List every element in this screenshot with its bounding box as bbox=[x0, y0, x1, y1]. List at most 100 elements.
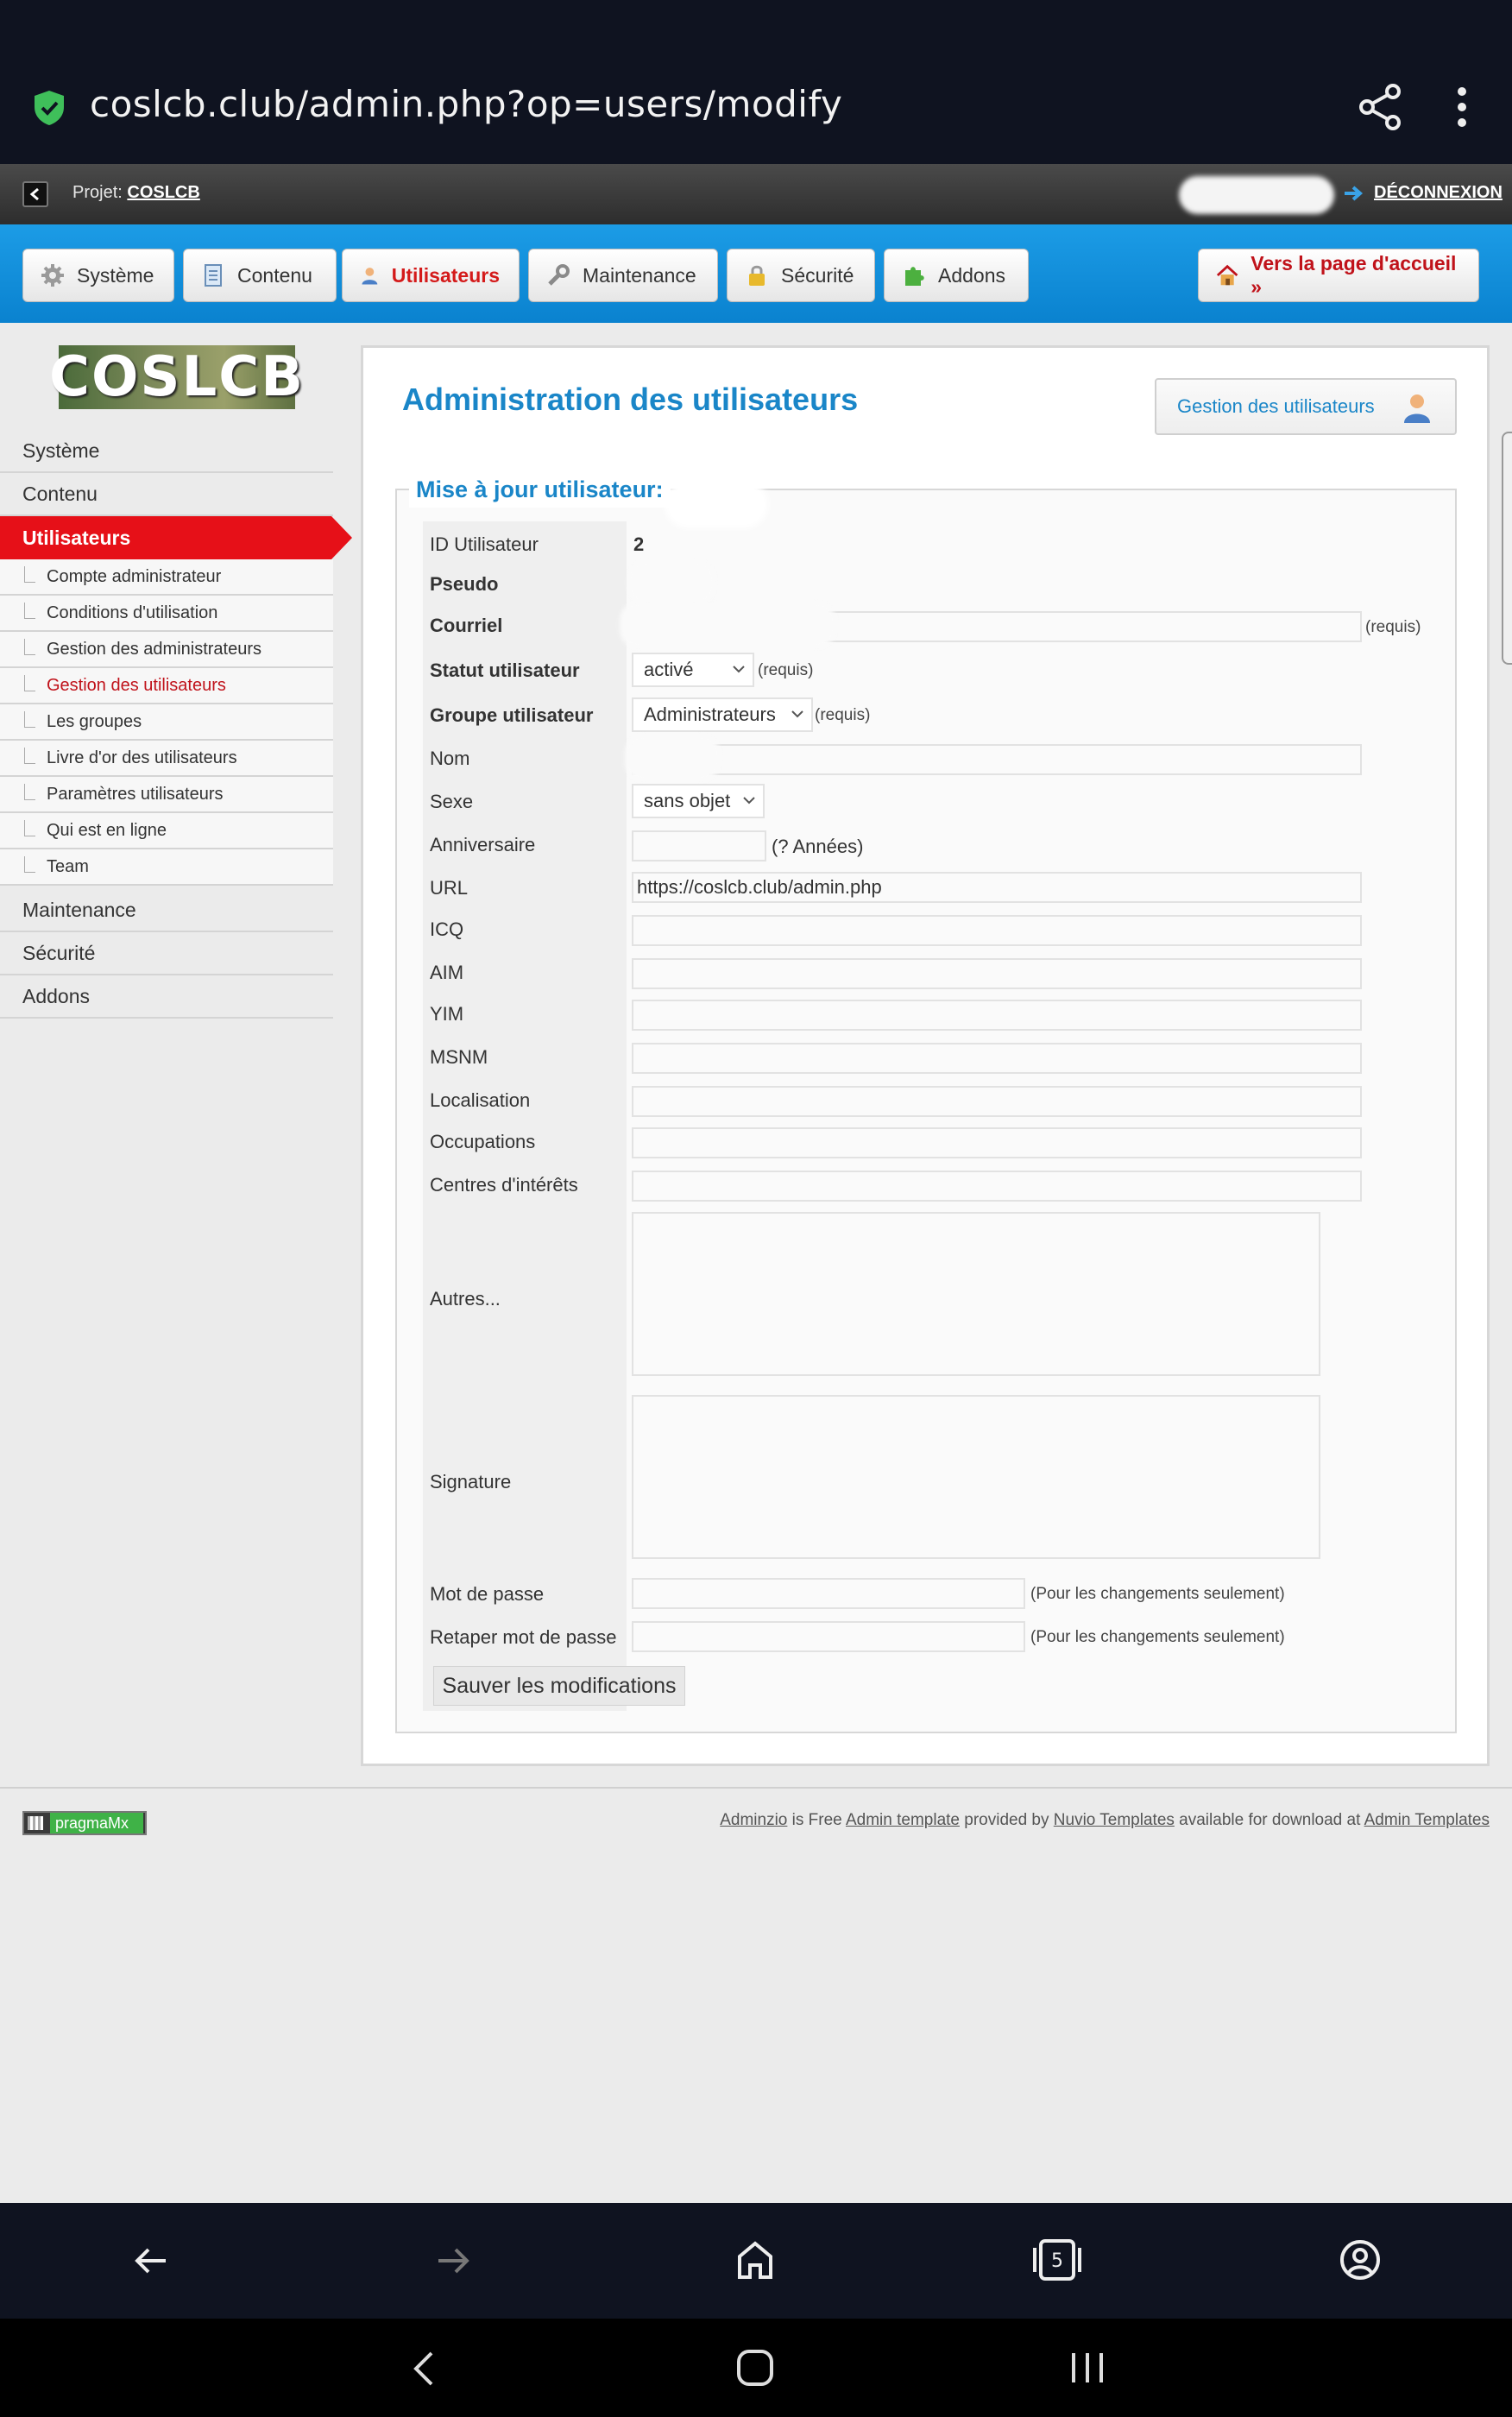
password-field[interactable] bbox=[632, 1578, 1025, 1609]
other-textarea[interactable] bbox=[632, 1212, 1320, 1376]
birthday-age-hint: (? Années) bbox=[772, 836, 864, 857]
form-label-column bbox=[423, 521, 627, 1711]
tabs-icon[interactable]: 5 bbox=[1032, 2237, 1082, 2282]
sidebar-item-maintenance[interactable]: Maintenance bbox=[0, 889, 333, 932]
collapse-button[interactable] bbox=[22, 181, 48, 207]
name-redacted bbox=[625, 735, 720, 780]
sidebar-item-addons[interactable]: Addons bbox=[0, 975, 333, 1019]
sidebar-item-contenu[interactable]: Contenu bbox=[0, 473, 333, 516]
label-password-confirm: Retaper mot de passe bbox=[430, 1626, 617, 1648]
label-name: Nom bbox=[430, 748, 470, 769]
user-management-button[interactable]: Gestion des utilisateurs bbox=[1155, 378, 1457, 435]
birthday-field[interactable] bbox=[632, 830, 766, 861]
sidebar-sub-qui-est-en-ligne[interactable]: Qui est en ligne bbox=[0, 813, 333, 849]
page-scrollbar[interactable] bbox=[1502, 432, 1512, 665]
label-url: URL bbox=[430, 877, 469, 899]
top-navigation: Système Contenu Utilisateurs Maintenance… bbox=[0, 224, 1512, 323]
home-icon[interactable] bbox=[735, 2239, 775, 2281]
password-hint: (Pour les changements seulement) bbox=[1030, 1585, 1285, 1603]
sidebar-sub-groupes[interactable]: Les groupes bbox=[0, 704, 333, 741]
system-recents-icon[interactable] bbox=[1067, 2350, 1108, 2386]
sidebar-sub-parametres[interactable]: Paramètres utilisateurs bbox=[0, 777, 333, 813]
url-field[interactable]: https://coslcb.club/admin.php bbox=[632, 872, 1362, 903]
location-field[interactable] bbox=[632, 1086, 1362, 1117]
email-redacted bbox=[620, 603, 835, 647]
sex-select[interactable]: sans objet bbox=[632, 784, 765, 818]
project-link[interactable]: COSLCB bbox=[127, 183, 199, 202]
page-icon bbox=[205, 264, 222, 287]
chevron-down-icon bbox=[791, 710, 803, 718]
status-bar bbox=[0, 0, 1512, 47]
sidebar-sub-compte-administrateur[interactable]: Compte administrateur bbox=[0, 559, 333, 596]
more-menu-icon[interactable] bbox=[1446, 85, 1477, 129]
chevron-left-icon bbox=[29, 187, 39, 201]
forward-arrow-icon[interactable] bbox=[433, 2241, 473, 2281]
nuvio-templates-link[interactable]: Nuvio Templates bbox=[1054, 1811, 1175, 1829]
logout-link[interactable]: DÉCONNEXION bbox=[1374, 183, 1503, 203]
interests-field[interactable] bbox=[632, 1171, 1362, 1202]
occupation-field[interactable] bbox=[632, 1127, 1362, 1158]
grid-icon bbox=[28, 1816, 43, 1830]
tab-count: 5 bbox=[1051, 2250, 1063, 2272]
adminzio-link[interactable]: Adminzio bbox=[720, 1811, 787, 1829]
name-field[interactable] bbox=[632, 744, 1362, 775]
back-arrow-icon[interactable] bbox=[131, 2241, 171, 2281]
label-location: Localisation bbox=[430, 1089, 531, 1111]
yim-field[interactable] bbox=[632, 1000, 1362, 1031]
nav-utilisateurs[interactable]: Utilisateurs bbox=[342, 249, 520, 302]
user-icon bbox=[362, 268, 378, 285]
fieldset-legend: Mise à jour utilisateur: bbox=[409, 471, 671, 508]
password-confirm-field[interactable] bbox=[632, 1621, 1025, 1652]
email-required-hint: (requis) bbox=[1365, 618, 1421, 636]
nav-securite[interactable]: Sécurité bbox=[727, 249, 875, 302]
label-sex: Sexe bbox=[430, 791, 474, 812]
signature-textarea[interactable] bbox=[632, 1395, 1320, 1559]
save-changes-button[interactable]: Sauver les modifications bbox=[433, 1666, 685, 1706]
sidebar-sub-gestion-utilisateurs[interactable]: Gestion des utilisateurs bbox=[0, 668, 333, 704]
label-aim: AIM bbox=[430, 962, 464, 983]
icq-field[interactable] bbox=[632, 915, 1362, 946]
nav-addons[interactable]: Addons bbox=[884, 249, 1029, 302]
home-page-button[interactable]: Vers la page d'accueil » bbox=[1198, 249, 1479, 302]
label-msnm: MSNM bbox=[430, 1046, 488, 1068]
sidebar-item-utilisateurs[interactable]: Utilisateurs bbox=[0, 516, 352, 559]
value-id: 2 bbox=[633, 533, 645, 555]
site-logo[interactable]: COSLCB bbox=[49, 345, 303, 409]
password-confirm-hint: (Pour les changements seulement) bbox=[1030, 1628, 1285, 1646]
pragmamx-badge[interactable]: pragmaMx bbox=[22, 1811, 147, 1835]
group-select[interactable]: Administrateurs bbox=[632, 697, 813, 732]
sidebar-sub-team[interactable]: Team bbox=[0, 849, 333, 886]
url-text[interactable]: coslcb.club/admin.php?op=users/modify bbox=[90, 83, 842, 125]
nav-contenu[interactable]: Contenu bbox=[183, 249, 337, 302]
gear-icon bbox=[41, 264, 64, 287]
label-interests: Centres d'intérêts bbox=[430, 1174, 578, 1196]
sidebar-item-systeme[interactable]: Système bbox=[0, 430, 333, 473]
admin-template-link[interactable]: Admin template bbox=[846, 1811, 960, 1829]
sidebar-item-securite[interactable]: Sécurité bbox=[0, 932, 333, 975]
aim-field[interactable] bbox=[632, 958, 1362, 989]
sidebar-sub-livre-dor[interactable]: Livre d'or des utilisateurs bbox=[0, 741, 333, 777]
msnm-field[interactable] bbox=[632, 1043, 1362, 1074]
system-home-icon[interactable] bbox=[735, 2348, 775, 2388]
nav-systeme[interactable]: Système bbox=[22, 249, 174, 302]
label-status: Statut utilisateur bbox=[430, 659, 580, 681]
user-icon bbox=[1404, 394, 1430, 423]
browser-bottom-bar: 5 bbox=[0, 2203, 1512, 2319]
status-select[interactable]: activé bbox=[632, 653, 754, 687]
system-nav-bar bbox=[0, 2319, 1512, 2417]
label-signature: Signature bbox=[430, 1471, 512, 1492]
sidebar-sub-gestion-admins[interactable]: Gestion des administrateurs bbox=[0, 632, 333, 668]
sidebar-sub-conditions[interactable]: Conditions d'utilisation bbox=[0, 596, 333, 632]
label-email: Courriel bbox=[430, 615, 503, 636]
system-back-icon[interactable] bbox=[409, 2350, 440, 2388]
account-icon[interactable] bbox=[1339, 2239, 1381, 2281]
label-birthday: Anniversaire bbox=[430, 834, 536, 855]
puzzle-icon bbox=[905, 267, 924, 286]
label-group: Groupe utilisateur bbox=[430, 704, 594, 726]
home-icon bbox=[1216, 264, 1238, 286]
nav-maintenance[interactable]: Maintenance bbox=[528, 249, 718, 302]
share-icon[interactable] bbox=[1357, 83, 1405, 131]
pseudo-redacted bbox=[628, 561, 715, 604]
admin-templates-link[interactable]: Admin Templates bbox=[1364, 1811, 1490, 1829]
chevron-down-icon bbox=[743, 797, 755, 805]
